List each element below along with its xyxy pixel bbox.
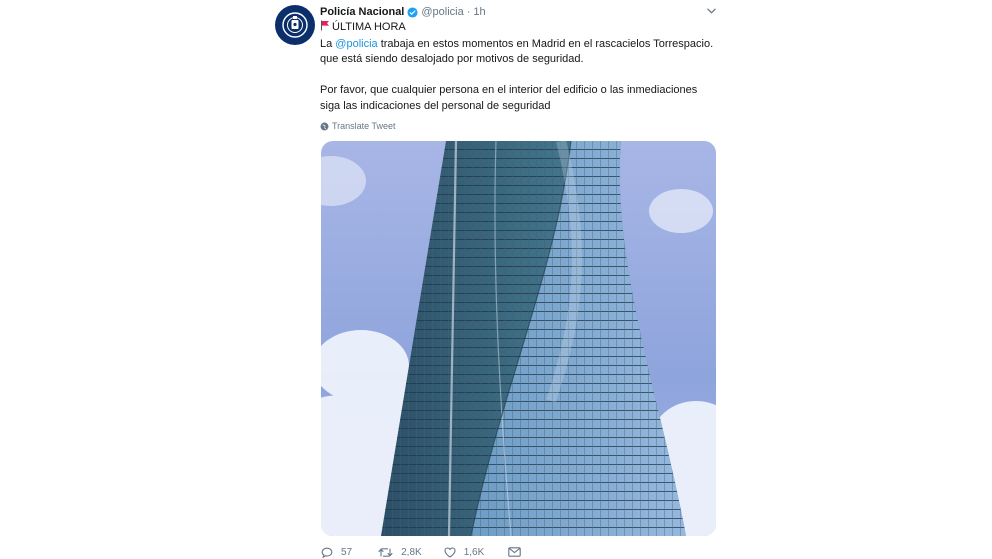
reply-count: 57 <box>341 546 353 558</box>
author-name[interactable]: Policía Nacional <box>320 6 404 18</box>
line2-suffix: trabaja en estos momentos en Madrid en e… <box>377 37 714 50</box>
verified-badge-icon <box>407 6 418 18</box>
tweet-text: ÚLTIMA HORA La @policia trabaja en estos… <box>320 20 720 114</box>
translate-label: Translate Tweet <box>332 121 396 131</box>
tweet-line-3: que está siendo desalojado por motivos d… <box>320 53 584 65</box>
like-button[interactable]: 1,6K <box>444 546 485 558</box>
chevron-down-icon[interactable] <box>706 7 716 15</box>
reply-button[interactable]: 57 <box>321 547 352 558</box>
police-badge-icon <box>282 12 308 38</box>
reply-icon <box>321 547 333 558</box>
headline-text: ÚLTIMA HORA <box>332 21 406 33</box>
tweet-image[interactable] <box>321 141 716 536</box>
timestamp[interactable]: 1h <box>473 6 485 18</box>
avatar[interactable] <box>275 5 315 45</box>
author-handle[interactable]: @policia <box>421 6 463 18</box>
retweet-icon <box>378 547 393 557</box>
tweet-actions: 57 2,8K 1,6K <box>321 545 522 559</box>
line2-prefix: La <box>320 37 336 50</box>
globe-icon <box>320 122 329 130</box>
tweet-line-headline: ÚLTIMA HORA <box>320 20 720 37</box>
torrespacio-photo <box>321 141 716 536</box>
tweet-line-4: Por favor, que cualquier persona en el i… <box>320 84 698 96</box>
tweet-line-2: La @policia trabaja en estos momentos en… <box>320 37 720 53</box>
separator-dot: · <box>466 6 471 18</box>
retweet-button[interactable]: 2,8K <box>378 547 422 558</box>
tweet[interactable]: Policía Nacional @policia · 1h ÚLTIMA HO… <box>266 0 726 558</box>
like-count: 1,6K <box>463 546 485 558</box>
mention-link[interactable]: @policia <box>335 38 377 50</box>
tweet-header: Policía Nacional @policia · 1h <box>320 5 486 19</box>
dm-icon <box>508 547 522 557</box>
translate-tweet-link[interactable]: Translate Tweet <box>320 120 396 132</box>
tweet-line-5: siga las indicaciones del personal de se… <box>320 99 551 112</box>
red-flag-icon <box>320 20 330 37</box>
like-icon <box>444 546 456 558</box>
retweet-count: 2,8K <box>401 546 422 558</box>
direct-message-button[interactable] <box>508 547 522 557</box>
